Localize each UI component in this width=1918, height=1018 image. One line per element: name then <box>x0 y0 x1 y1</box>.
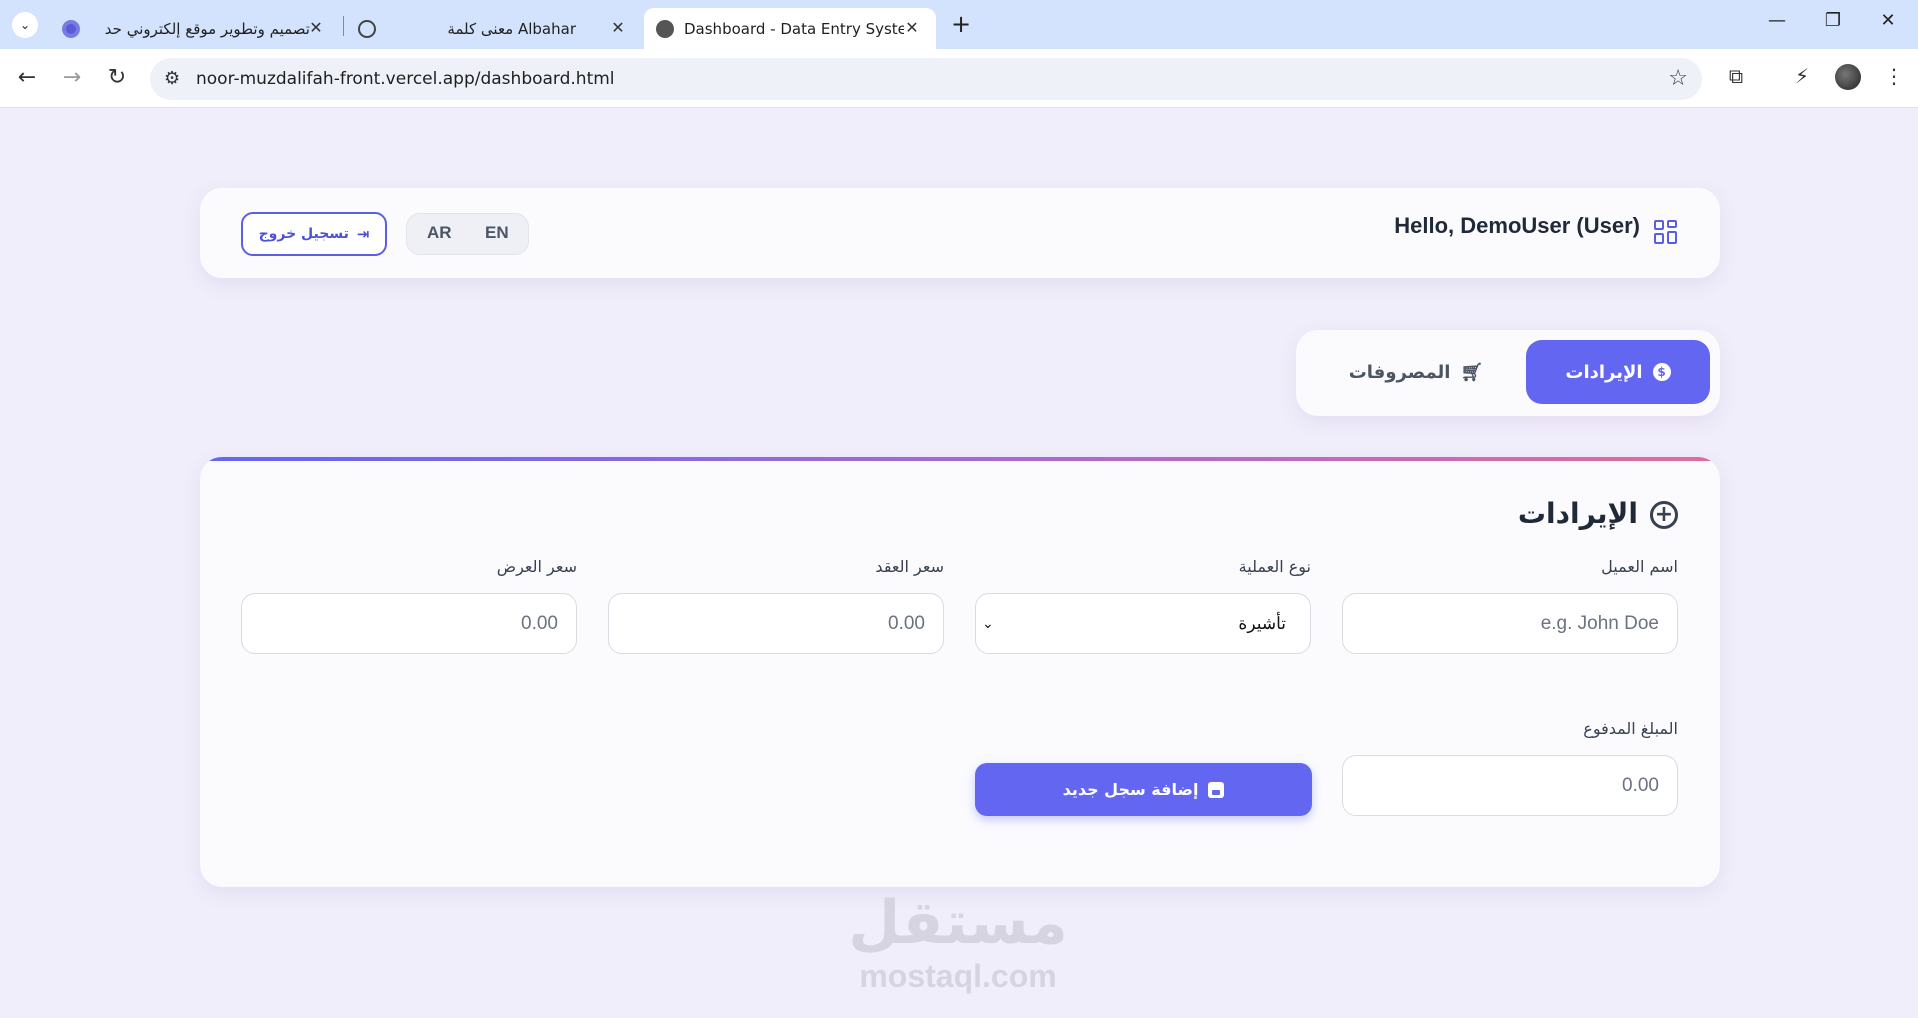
browser-tab-mostaql[interactable]: تصميم وتطوير موقع إلكتروني حد ✕ <box>48 8 340 49</box>
browser-tab-dashboard[interactable]: Dashboard - Data Entry System ✕ <box>644 8 936 49</box>
menu-kebab-icon[interactable]: ⋮ <box>1880 64 1908 88</box>
performance-icon[interactable]: ⚡ <box>1788 64 1816 88</box>
tab-divider <box>343 16 344 36</box>
header-card: تسجيل خروج ⇥ AR EN Hello, DemoUser (User… <box>200 188 1720 278</box>
section-tabs: المصروفات 🛒︎ الإيرادات $ <box>1296 330 1720 416</box>
close-icon[interactable]: ✕ <box>608 18 628 37</box>
close-icon[interactable]: ✕ <box>902 18 922 37</box>
cart-icon: 🛒︎ <box>1460 361 1484 383</box>
lang-en-button[interactable]: EN <box>485 223 509 243</box>
form-title: الإيرادات <box>1517 497 1638 530</box>
browser-toolbar: ← → ↻ ⚙ noor-muzdalifah-front.vercel.app… <box>0 49 1918 108</box>
user-greeting: Hello, DemoUser (User) <box>1394 213 1640 238</box>
tab-expenses[interactable]: المصروفات 🛒︎ <box>1316 340 1516 404</box>
browser-tab-chatgpt[interactable]: معنى كلمة Albahar ✕ <box>352 8 642 49</box>
tab-search-button[interactable]: ⌄ <box>12 12 38 38</box>
profile-avatar[interactable] <box>1835 64 1861 90</box>
mostaql-icon <box>62 19 80 38</box>
tab-title: معنى كلمة Albahar <box>447 19 576 38</box>
contract-price-input[interactable]: 0.00 <box>608 593 944 654</box>
logout-label: تسجيل خروج <box>258 226 349 242</box>
offer-price-input[interactable]: 0.00 <box>241 593 577 654</box>
plus-circle-icon: + <box>1650 501 1678 529</box>
dashboard-icon <box>1654 220 1678 244</box>
operation-type-label: نوع العملية <box>1238 557 1311 576</box>
client-name-label: اسم العميل <box>1601 557 1678 576</box>
lang-ar-button[interactable]: AR <box>427 223 452 243</box>
tab-revenues-label: الإيرادات <box>1565 361 1643 383</box>
browser-tab-strip: ⌄ تصميم وتطوير موقع إلكتروني حد ✕ معنى ك… <box>0 0 1918 49</box>
tab-title: Dashboard - Data Entry System <box>684 19 904 38</box>
chevron-down-icon: ⌄ <box>982 615 994 631</box>
card-accent-bar <box>200 457 1720 461</box>
chatgpt-icon <box>358 19 376 38</box>
operation-type-select[interactable]: ⌄ تأشيرة <box>975 593 1311 654</box>
dollar-circle-icon: $ <box>1652 363 1671 381</box>
bookmark-star-icon[interactable]: ☆ <box>1668 66 1688 91</box>
minimize-icon[interactable]: — <box>1763 10 1791 31</box>
logout-button[interactable]: تسجيل خروج ⇥ <box>241 212 387 256</box>
restore-icon[interactable]: ❐ <box>1819 10 1847 31</box>
add-record-label: إضافة سجل جديد <box>1062 780 1199 799</box>
url-text[interactable]: noor-muzdalifah-front.vercel.app/dashboa… <box>196 69 615 89</box>
watermark-en: mostaql.com <box>859 958 1057 994</box>
paid-amount-input[interactable]: 0.00 <box>1342 755 1678 816</box>
add-record-button[interactable]: إضافة سجل جديد <box>975 763 1312 816</box>
close-icon[interactable]: ✕ <box>306 18 326 37</box>
reload-icon[interactable]: ↻ <box>103 64 131 92</box>
language-switch: AR EN <box>406 213 529 255</box>
revenue-form-card: الإيرادات + اسم العميل نوع العملية سعر ا… <box>200 457 1720 887</box>
tab-title: تصميم وتطوير موقع إلكتروني حد <box>104 19 310 38</box>
back-icon[interactable]: ← <box>13 64 41 92</box>
operation-type-value: تأشيرة <box>1238 613 1286 633</box>
forward-icon[interactable]: → <box>58 64 86 92</box>
offer-price-label: سعر العرض <box>496 557 577 576</box>
globe-icon <box>656 19 674 38</box>
tab-revenues[interactable]: الإيرادات $ <box>1526 340 1710 404</box>
extensions-icon[interactable]: ⧉ <box>1722 64 1750 88</box>
paid-amount-label: المبلغ المدفوع <box>1583 719 1678 738</box>
close-window-icon[interactable]: ✕ <box>1874 10 1902 31</box>
mostaql-watermark: مستقل mostaql.com <box>843 888 1073 994</box>
new-tab-button[interactable]: + <box>948 10 974 38</box>
save-icon <box>1208 781 1225 798</box>
watermark-ar: مستقل <box>848 888 1068 958</box>
address-bar[interactable]: ⚙ noor-muzdalifah-front.vercel.app/dashb… <box>150 58 1702 100</box>
client-name-input[interactable]: e.g. John Doe <box>1342 593 1678 654</box>
contract-price-label: سعر العقد <box>875 557 944 576</box>
tab-expenses-label: المصروفات <box>1348 361 1451 383</box>
logout-icon: ⇥ <box>356 225 370 243</box>
site-settings-icon[interactable]: ⚙ <box>164 68 180 89</box>
